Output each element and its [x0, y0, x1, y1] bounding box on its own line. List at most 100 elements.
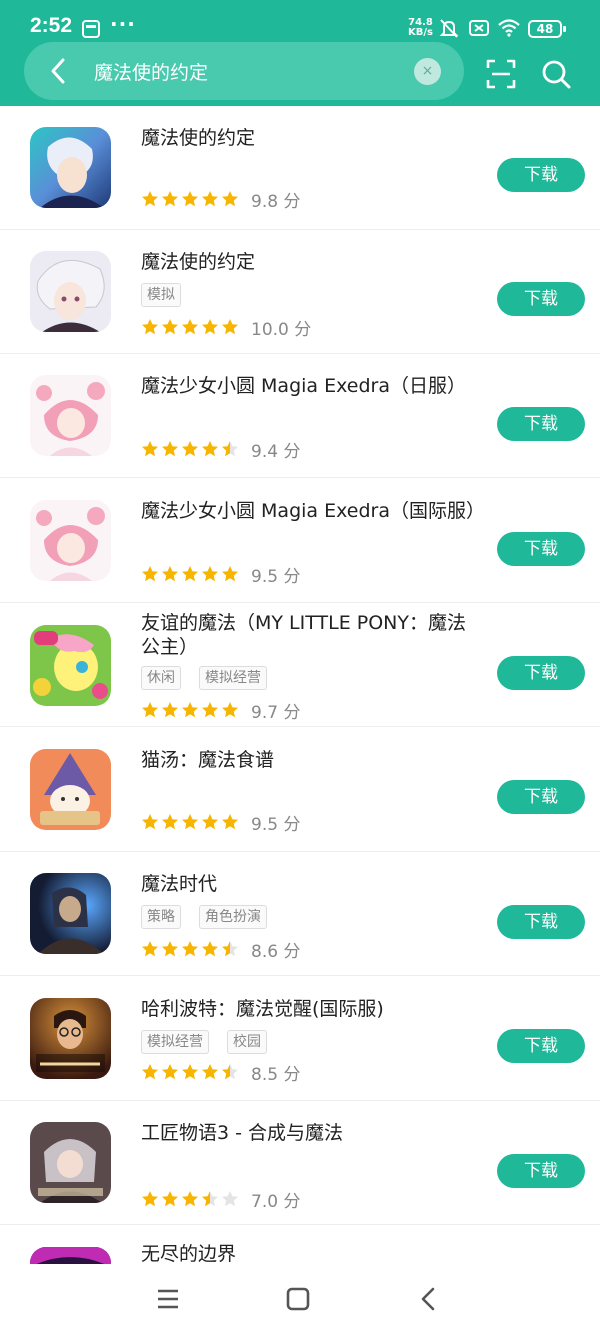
app-tag[interactable]: 模拟经营 — [141, 1030, 209, 1054]
wifi-icon — [498, 19, 520, 37]
network-speed: 74.8 KB/s — [408, 17, 433, 38]
app-title[interactable]: 魔法时代 — [141, 872, 481, 896]
list-item[interactable]: 无尽的边界 — [0, 1226, 600, 1264]
list-item[interactable]: 友谊的魔法（MY LITTLE PONY：魔法公主） 休闲 模拟经营 9.7 分… — [0, 603, 600, 727]
app-tag[interactable]: 模拟 — [141, 283, 181, 307]
star-icon — [162, 319, 178, 335]
app-icon-age-of-magic[interactable] — [30, 873, 111, 954]
star-rating — [141, 318, 239, 336]
menu-icon[interactable] — [153, 1284, 183, 1314]
system-navigation-bar — [0, 1264, 600, 1334]
download-button[interactable]: 下载 — [497, 905, 585, 939]
star-icon — [202, 702, 218, 718]
list-item[interactable]: 哈利波特：魔法觉醒(国际服) 模拟经营 校园 8.5 分 下载 — [0, 977, 600, 1101]
app-tag[interactable]: 角色扮演 — [199, 905, 267, 929]
app-rating: 9.5 分 — [141, 812, 300, 835]
star-icon — [222, 814, 238, 830]
download-button[interactable]: 下载 — [497, 407, 585, 441]
list-item[interactable]: 工匠物语3 - 合成与魔法 7.0 分 下载 — [0, 1101, 600, 1225]
star-icon — [202, 1191, 218, 1207]
scan-icon[interactable] — [485, 58, 517, 90]
app-rating: 9.8 分 — [141, 189, 301, 212]
star-rating — [141, 190, 239, 208]
star-icon — [162, 702, 178, 718]
download-button[interactable]: 下载 — [497, 1029, 585, 1063]
app-score: 9.5 分 — [251, 566, 301, 587]
close-icon[interactable]: × — [414, 58, 441, 85]
download-button[interactable]: 下载 — [497, 532, 585, 566]
download-button[interactable]: 下载 — [497, 1154, 585, 1188]
download-button[interactable]: 下载 — [497, 158, 585, 192]
star-icon — [182, 191, 198, 207]
star-icon — [202, 319, 218, 335]
app-icon-mahoutsukai-1[interactable] — [30, 127, 111, 208]
app-tag[interactable]: 模拟经营 — [199, 666, 267, 690]
app-tag[interactable]: 校园 — [227, 1030, 267, 1054]
star-icon — [222, 319, 238, 335]
list-item[interactable]: 魔法少女小圆 Magia Exedra（日服） 9.4 分 下载 — [0, 354, 600, 478]
star-icon — [182, 702, 198, 718]
app-score: 9.8 分 — [251, 191, 301, 212]
star-icon — [162, 441, 178, 457]
app-title[interactable]: 工匠物语3 - 合成与魔法 — [141, 1121, 481, 1145]
app-title[interactable]: 魔法少女小圆 Magia Exedra（国际服） — [141, 499, 485, 523]
star-icon — [202, 566, 218, 582]
search-bar[interactable]: 魔法使的约定 × — [24, 42, 464, 100]
search-input[interactable]: 魔法使的约定 — [94, 58, 208, 85]
star-icon — [182, 441, 198, 457]
list-item[interactable]: 魔法时代 策略 角色扮演 8.6 分 下载 — [0, 852, 600, 976]
star-icon — [162, 941, 178, 957]
star-icon — [222, 566, 238, 582]
notification-app-icon — [82, 20, 100, 38]
status-time: 2:52 — [30, 14, 73, 37]
list-item[interactable]: 魔法使的约定 模拟 10.0 分 下载 — [0, 230, 600, 354]
app-icon-madoka-jp[interactable] — [30, 375, 111, 456]
app-title[interactable]: 哈利波特：魔法觉醒(国际服) — [141, 997, 481, 1021]
chevron-left-icon[interactable] — [44, 56, 74, 86]
home-icon[interactable] — [283, 1284, 313, 1314]
list-item[interactable]: 魔法使的约定 9.8 分 下载 — [0, 106, 600, 230]
app-tags: 模拟经营 校园 — [141, 1030, 267, 1054]
app-title[interactable]: 友谊的魔法（MY LITTLE PONY：魔法公主） — [141, 611, 481, 659]
app-icon-smith-story[interactable] — [30, 1122, 111, 1203]
app-tag[interactable]: 策略 — [141, 905, 181, 929]
star-icon — [202, 941, 218, 957]
app-title[interactable]: 猫汤：魔法食谱 — [141, 748, 481, 772]
star-icon — [222, 1064, 238, 1080]
app-icon-mahoutsukai-2[interactable] — [30, 251, 111, 332]
star-icon — [182, 566, 198, 582]
app-icon-cat-soup[interactable] — [30, 749, 111, 830]
app-title[interactable]: 无尽的边界 — [141, 1242, 481, 1264]
app-icon-endless-frontier[interactable] — [30, 1247, 111, 1264]
app-title[interactable]: 魔法使的约定 — [141, 250, 481, 274]
app-title[interactable]: 魔法少女小圆 Magia Exedra（日服） — [141, 374, 481, 398]
app-rating: 7.0 分 — [141, 1189, 300, 1212]
app-tag[interactable]: 休闲 — [141, 666, 181, 690]
star-icon — [142, 441, 158, 457]
star-icon — [162, 191, 178, 207]
app-icon-my-little-pony[interactable] — [30, 625, 111, 706]
star-icon — [142, 941, 158, 957]
app-tags: 模拟 — [141, 283, 181, 307]
star-rating — [141, 940, 239, 958]
app-rating: 9.4 分 — [141, 439, 300, 462]
download-button[interactable]: 下载 — [497, 282, 585, 316]
star-rating — [141, 701, 239, 719]
star-icon — [142, 1191, 158, 1207]
download-button[interactable]: 下载 — [497, 656, 585, 690]
star-icon — [142, 814, 158, 830]
app-rating: 8.5 分 — [141, 1062, 300, 1085]
search-result-list: 魔法使的约定 9.8 分 下载 魔法使的约定 模拟 10.0 分 下载 魔法少女… — [0, 106, 600, 1264]
star-icon — [162, 566, 178, 582]
download-button[interactable]: 下载 — [497, 780, 585, 814]
app-score: 8.6 分 — [251, 941, 301, 962]
list-item[interactable]: 猫汤：魔法食谱 9.5 分 下载 — [0, 728, 600, 852]
search-icon[interactable] — [540, 58, 572, 90]
app-icon-madoka-intl[interactable] — [30, 500, 111, 581]
back-icon[interactable] — [414, 1284, 444, 1314]
star-icon — [222, 1191, 238, 1207]
mute-bell-icon — [439, 19, 459, 38]
app-title[interactable]: 魔法使的约定 — [141, 126, 481, 150]
app-icon-harry-potter[interactable] — [30, 998, 111, 1079]
list-item[interactable]: 魔法少女小圆 Magia Exedra（国际服） 9.5 分 下载 — [0, 479, 600, 603]
